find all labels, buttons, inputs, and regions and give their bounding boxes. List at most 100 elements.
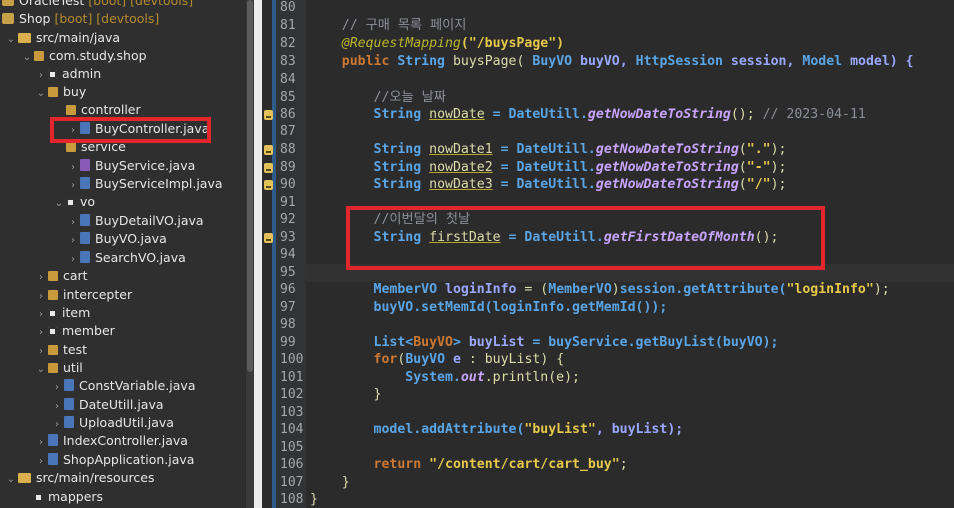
- line-number: 103: [280, 405, 304, 420]
- chevron-down-icon[interactable]: ⌄: [34, 361, 48, 379]
- tree-item-buydetailvo[interactable]: › BuyDetailVO.java: [66, 212, 204, 230]
- chevron-right-icon[interactable]: ›: [50, 379, 64, 397]
- package-icon: [48, 327, 57, 336]
- tree-item-buyvo[interactable]: › BuyVO.java: [66, 230, 167, 248]
- tree-item-member[interactable]: › member: [34, 322, 115, 340]
- tree-item-dateutill[interactable]: › DateUtill.java: [50, 396, 164, 414]
- chevron-down-icon[interactable]: ⌄: [20, 49, 34, 67]
- warning-icon[interactable]: [264, 110, 273, 120]
- tree-item-src-main-java[interactable]: ⌄ src/main/java: [4, 29, 120, 47]
- tree-item-constvariable[interactable]: › ConstVariable.java: [50, 377, 196, 395]
- java-file-icon: [64, 379, 74, 391]
- chevron-down-icon[interactable]: ⌄: [52, 195, 66, 213]
- code-line-101: System.out.println(e);: [405, 370, 580, 385]
- code-line-106: return "/content/cart/cart_buy";: [373, 457, 628, 472]
- line-number: 82: [280, 36, 296, 51]
- chevron-right-icon[interactable]: ›: [66, 232, 80, 250]
- warning-icon[interactable]: [264, 180, 273, 190]
- package-icon: [66, 142, 76, 152]
- line-number: 90: [280, 177, 296, 192]
- tree-item-buyserviceimpl[interactable]: › BuyServiceImpl.java: [66, 175, 223, 193]
- chevron-right-icon[interactable]: ›: [34, 269, 48, 287]
- java-file-icon: [80, 251, 90, 263]
- pane-divider[interactable]: [254, 0, 262, 508]
- line-number: 85: [280, 90, 296, 105]
- project-icon: [2, 0, 14, 6]
- line-number: 89: [280, 160, 296, 175]
- line-number: 92: [280, 212, 296, 227]
- package-icon: [34, 493, 43, 502]
- line-number: 87: [280, 124, 296, 139]
- code-line-86: String nowDate = DateUtill.getNowDateToS…: [373, 107, 866, 122]
- tree-item-shop[interactable]: Shop [boot] [devtools]: [2, 10, 159, 28]
- package-icon: [48, 271, 58, 281]
- tree-item-item[interactable]: › item: [34, 304, 90, 322]
- line-number: 81: [280, 18, 296, 33]
- tree-item-indexcontroller[interactable]: › IndexController.java: [34, 432, 188, 450]
- java-file-icon: [64, 398, 74, 410]
- tree-item-util[interactable]: ⌄ util: [34, 359, 83, 377]
- code-line-85: //오늘 날짜: [373, 90, 446, 105]
- java-file-icon: [64, 416, 74, 428]
- tree-item-oracletest[interactable]: OracleTest [boot] [devtools]: [2, 0, 193, 10]
- package-icon: [48, 363, 58, 373]
- chevron-down-icon[interactable]: ⌄: [4, 471, 18, 489]
- tree-item-uploadutil[interactable]: › UploadUtil.java: [50, 414, 174, 432]
- line-number: 102: [280, 387, 304, 402]
- chevron-right-icon[interactable]: ›: [34, 324, 48, 342]
- code-line-81: // 구매 목록 페이지: [341, 18, 467, 33]
- tree-item-test[interactable]: › test: [34, 341, 87, 359]
- tree-item-vo[interactable]: ⌄ vo: [52, 193, 95, 211]
- code-line-108: }: [310, 492, 318, 507]
- package-icon: [48, 70, 57, 79]
- code-line-107: }: [341, 475, 350, 490]
- line-number: 101: [280, 370, 304, 385]
- package-icon: [66, 198, 75, 207]
- java-file-icon: [80, 214, 90, 226]
- folder-icon: [18, 473, 31, 483]
- line-number: 91: [280, 195, 296, 210]
- chevron-down-icon[interactable]: ⌄: [4, 31, 18, 49]
- tree-item-buyservice[interactable]: › BuyService.java: [66, 157, 195, 175]
- line-number: 100: [280, 352, 304, 367]
- tree-item-src-main-resources[interactable]: ⌄ src/main/resources: [4, 469, 155, 489]
- tree-scrollbar-thumb[interactable]: [247, 0, 253, 372]
- tree-item-cart[interactable]: › cart: [34, 267, 88, 285]
- code-line-90: String nowDate3 = DateUtill.getNowDateTo…: [373, 177, 787, 192]
- code-line-100: for(BuyVO e : buyList) {: [373, 352, 565, 367]
- code-line-88: String nowDate1 = DateUtill.getNowDateTo…: [373, 142, 787, 157]
- interface-file-icon: [80, 159, 90, 171]
- code-line-82: @RequestMapping("/buysPage"): [341, 36, 565, 51]
- folder-icon: [18, 33, 31, 43]
- tree-item-shopapplication[interactable]: › ShopApplication.java: [34, 451, 194, 469]
- line-number: 97: [280, 300, 296, 315]
- tree-item-searchvo[interactable]: › SearchVO.java: [66, 249, 186, 267]
- line-number: 105: [280, 440, 304, 455]
- tree-item-intercepter[interactable]: › intercepter: [34, 286, 132, 304]
- tree-item-package[interactable]: ⌄ com.study.shop: [20, 47, 147, 65]
- tree-item-admin[interactable]: › admin: [34, 65, 101, 83]
- code-line-104: model.addAttribute("buyList", buyList);: [373, 422, 684, 437]
- java-file-icon: [48, 434, 58, 446]
- warning-icon[interactable]: [264, 233, 273, 243]
- code-line-102: }: [373, 387, 382, 402]
- package-icon: [48, 309, 57, 318]
- warning-icon[interactable]: [264, 163, 273, 173]
- line-number: 94: [280, 247, 296, 262]
- line-number: 99: [280, 335, 296, 350]
- tree-item-mappers[interactable]: mappers: [34, 488, 103, 506]
- java-file-icon: [80, 232, 90, 244]
- warning-icon[interactable]: [264, 145, 273, 155]
- line-number: 104: [280, 422, 304, 437]
- code-editor[interactable]: 80 81 82 83 84 85 86 87 88 89 90 91 92 9…: [262, 0, 954, 508]
- line-number: 88: [280, 142, 296, 157]
- tree-scrollbar[interactable]: [246, 0, 254, 508]
- tree-item-buy[interactable]: ⌄ buy: [34, 83, 86, 101]
- chevron-down-icon[interactable]: ⌄: [34, 85, 48, 103]
- highlight-box-buycontroller: [50, 117, 211, 143]
- chevron-right-icon[interactable]: ›: [34, 434, 48, 452]
- package-explorer: OracleTest [boot] [devtools] Shop [boot]…: [0, 0, 245, 508]
- line-number: 84: [280, 72, 296, 87]
- java-file-icon: [80, 177, 90, 189]
- highlight-box-firstdate: [346, 206, 825, 270]
